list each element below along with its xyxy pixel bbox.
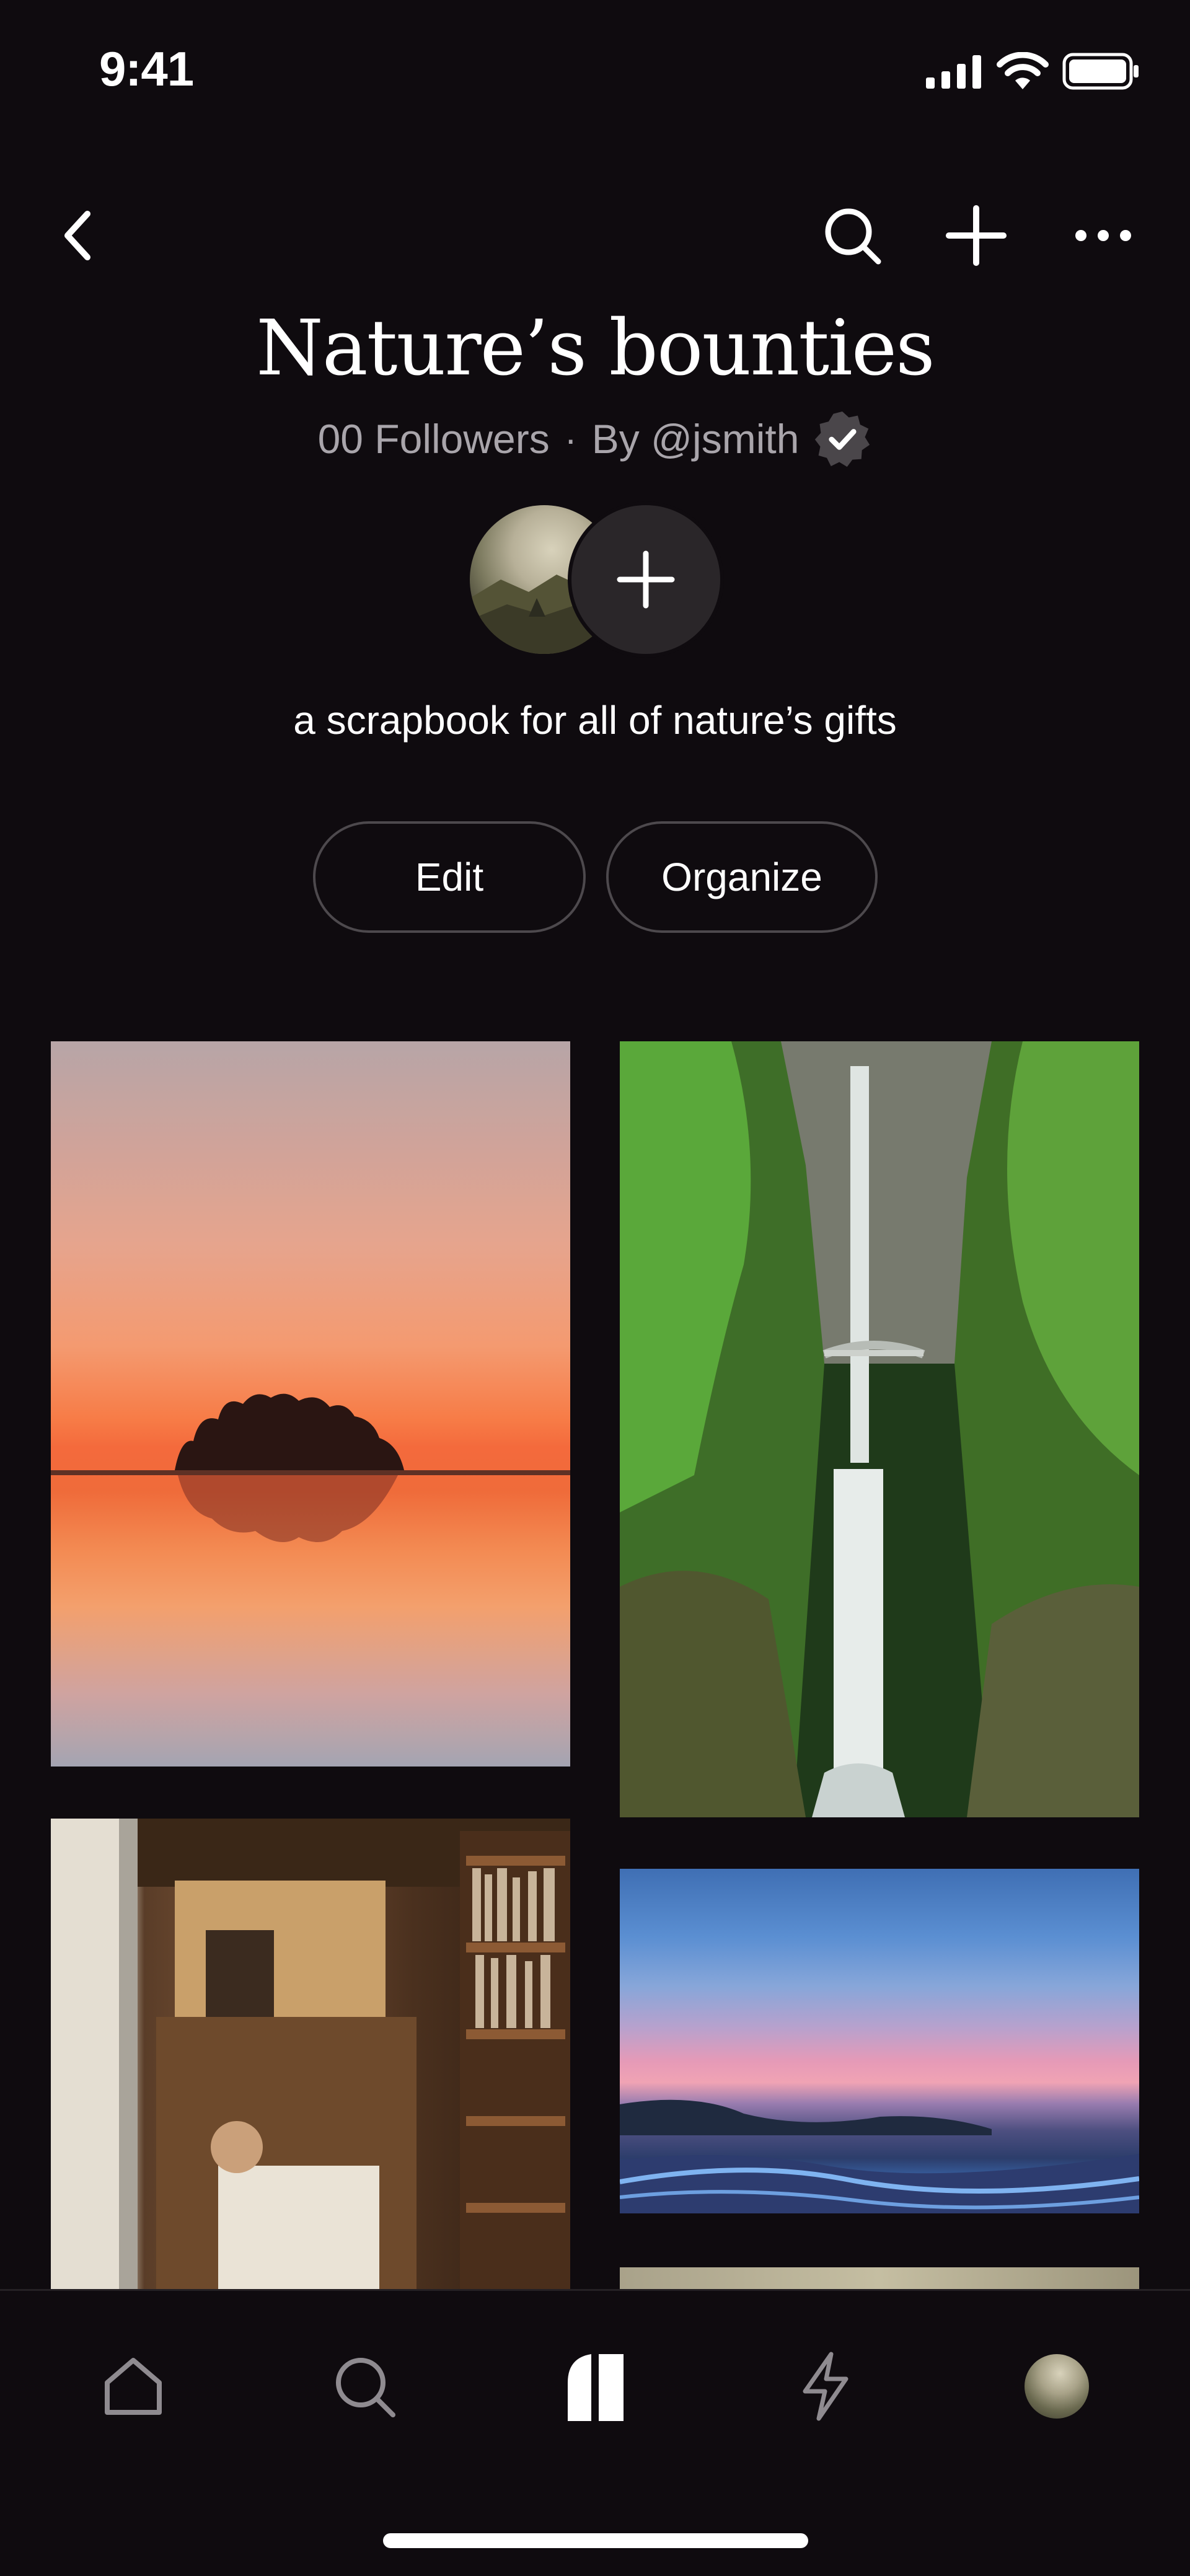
board-meta: 00 Followers · By @jsmith	[0, 409, 1190, 469]
more-horizontal-icon	[1075, 230, 1131, 241]
pin-image-beach-sunset[interactable]	[620, 1869, 1139, 2213]
followers-count[interactable]: 00 Followers	[318, 415, 550, 462]
add-collaborator-button[interactable]	[571, 505, 720, 654]
waterfall-illustration	[620, 1041, 1139, 1817]
tab-home[interactable]	[90, 2343, 177, 2430]
tab-boards[interactable]	[552, 2343, 638, 2430]
status-time: 9:41	[99, 42, 194, 96]
bookshop-illustration	[51, 1819, 570, 2290]
organize-button[interactable]: Organize	[606, 821, 878, 933]
tab-profile[interactable]	[1013, 2343, 1100, 2430]
chevron-left-icon	[64, 211, 90, 260]
pin-image-bookshop[interactable]	[51, 1819, 570, 2290]
status-icons	[926, 52, 1140, 90]
more-options-button[interactable]	[1066, 198, 1140, 273]
wifi-icon	[997, 52, 1049, 89]
beach-illustration	[620, 2099, 1139, 2213]
verified-badge-icon	[815, 411, 870, 467]
boards-icon	[568, 2354, 624, 2421]
pin-image-sunset[interactable]	[51, 1041, 570, 1767]
board-owner[interactable]: By @jsmith	[592, 415, 800, 462]
board-title: Nature’s bounties	[256, 304, 935, 393]
sunset-illustration	[51, 1393, 570, 1542]
cellular-signal-icon	[926, 55, 981, 89]
activity-bolt-icon	[803, 2352, 848, 2421]
search-button[interactable]	[815, 198, 889, 273]
plus-icon	[617, 550, 675, 609]
edit-button[interactable]: Edit	[313, 821, 586, 933]
add-pin-button[interactable]	[939, 198, 1013, 273]
home-indicator	[383, 2533, 808, 2548]
plus-icon	[946, 205, 1007, 266]
battery-icon	[1062, 53, 1139, 90]
tab-activity[interactable]	[782, 2343, 869, 2430]
tab-search[interactable]	[321, 2343, 408, 2430]
profile-avatar	[1025, 2354, 1089, 2419]
search-icon	[336, 2358, 395, 2417]
meta-separator: ·	[564, 418, 577, 460]
home-icon	[105, 2358, 162, 2415]
back-button[interactable]	[50, 198, 105, 273]
board-description: a scrapbook for all of nature’s gifts	[293, 698, 897, 743]
search-icon	[825, 208, 881, 265]
pin-image-partial[interactable]	[620, 2267, 1139, 2292]
pin-image-waterfall[interactable]	[620, 1041, 1139, 1817]
